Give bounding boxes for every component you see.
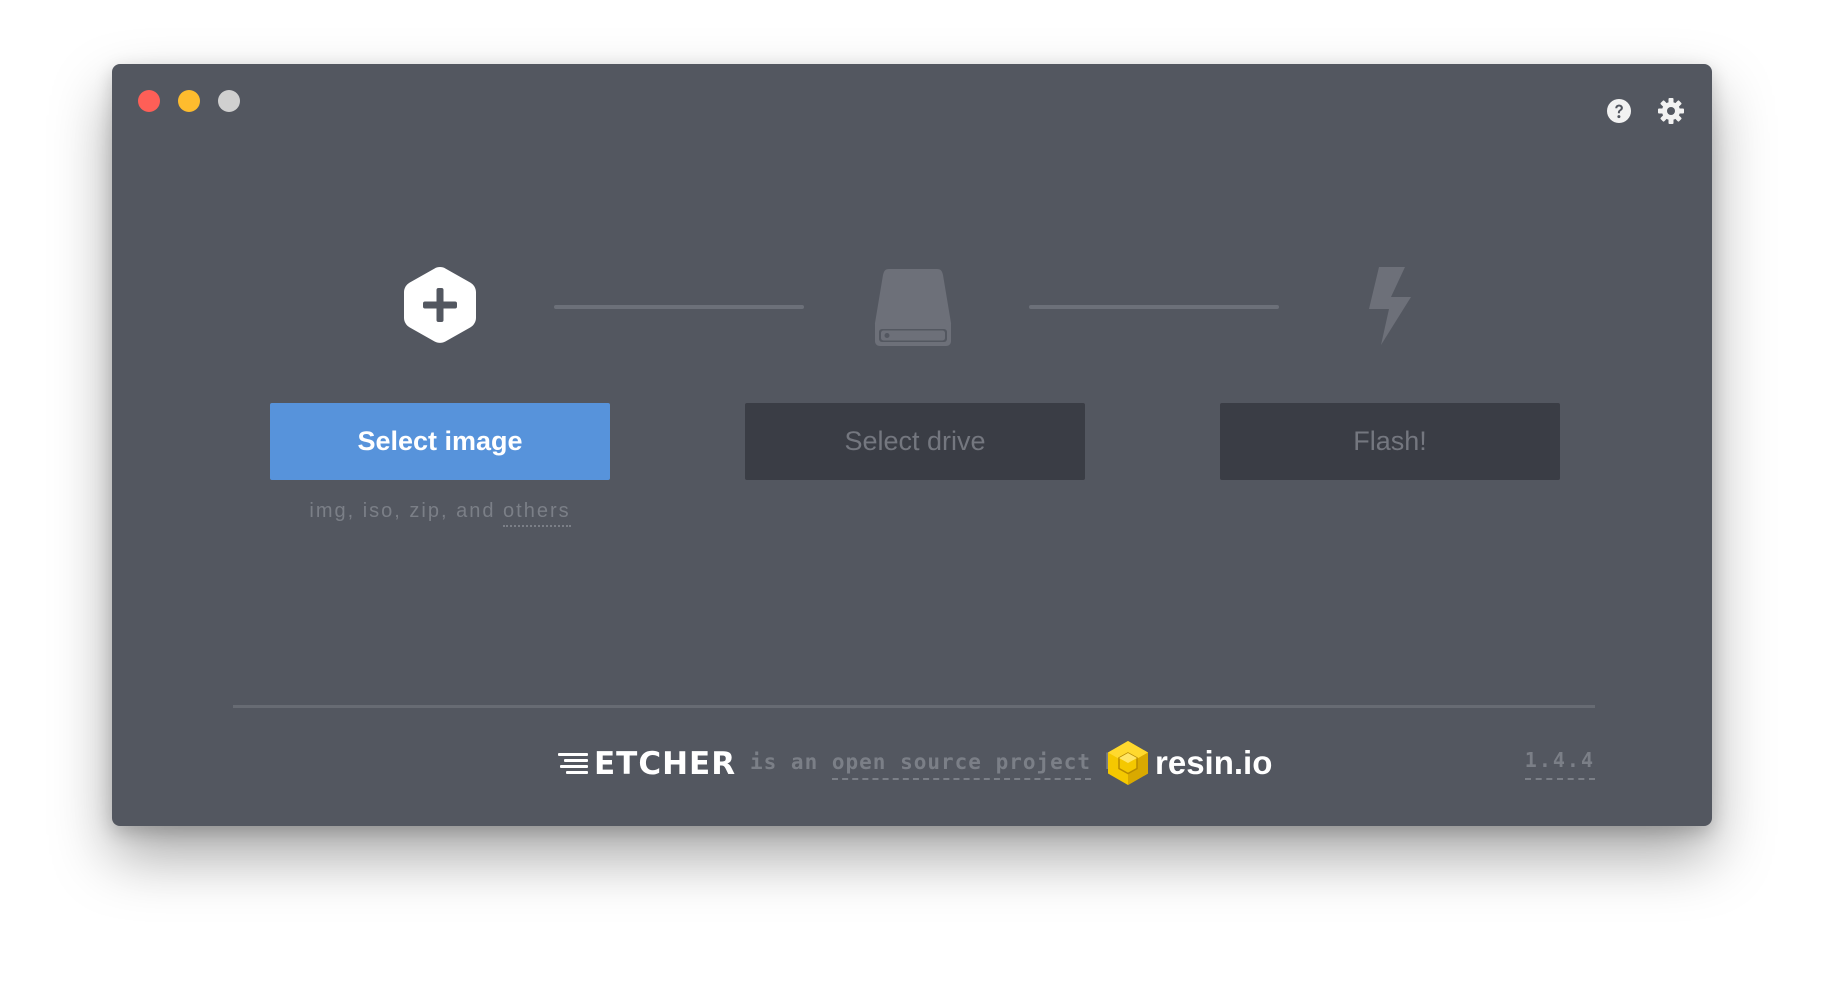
settings-button[interactable]	[1656, 96, 1686, 126]
footer-divider	[233, 705, 1595, 708]
footer-tagline: is an open source project by	[750, 750, 1132, 780]
speed-lines-icon	[558, 753, 588, 774]
plus-hexagon-icon	[404, 267, 476, 343]
steps-row	[112, 260, 1712, 360]
version-link[interactable]: 1.4.4	[1524, 748, 1595, 780]
gear-icon	[1658, 98, 1684, 124]
resin-cube-icon	[1108, 741, 1148, 785]
etcher-logo-text: ETCHER	[594, 746, 737, 782]
connector-line-1	[554, 305, 804, 309]
drive-icon	[874, 269, 952, 346]
maximize-window-button[interactable]	[218, 90, 240, 112]
step-image-icon-wrap[interactable]	[395, 260, 485, 350]
step-drive-icon-wrap	[868, 260, 958, 350]
header-actions	[1604, 96, 1686, 126]
app-window: Select image Select drive Flash! img, is…	[112, 64, 1712, 826]
close-window-button[interactable]	[138, 90, 160, 112]
step-flash-icon-wrap	[1342, 260, 1432, 350]
open-source-link[interactable]: open source project	[831, 750, 1092, 780]
select-drive-button[interactable]: Select drive	[745, 403, 1085, 480]
help-icon	[1607, 99, 1631, 123]
footer: ETCHER is an open source project by resi…	[112, 736, 1712, 796]
supported-formats-hint: img, iso, zip, and others	[270, 500, 610, 527]
window-controls	[138, 90, 240, 112]
lightning-icon	[1369, 267, 1411, 345]
help-button[interactable]	[1604, 96, 1634, 126]
select-image-button[interactable]: Select image	[270, 403, 610, 480]
resin-logo-text: resin.io	[1155, 744, 1273, 781]
connector-line-2	[1029, 305, 1279, 309]
others-formats-link[interactable]: others	[503, 500, 571, 527]
hint-text: img, iso, zip, and	[309, 500, 504, 522]
etcher-logo[interactable]: ETCHER	[558, 744, 736, 784]
tagline-prefix: is an	[750, 750, 832, 774]
resin-logo-link[interactable]: resin.io	[1107, 740, 1272, 786]
flash-button[interactable]: Flash!	[1220, 403, 1560, 480]
minimize-window-button[interactable]	[178, 90, 200, 112]
